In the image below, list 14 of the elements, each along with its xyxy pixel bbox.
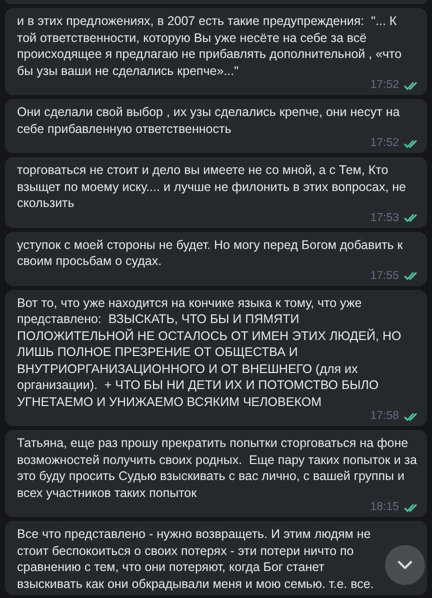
message-text: и в этих предложениях, в 2007 есть такие предупреждения: "... К той ответственности, которую Вы уже несёте на себе за всё происходящее я предлагаю не прибавлять дополнительной , «что бы узы ваши не сделались крепче»..." (17, 13, 403, 79)
message-text: Татьяна, еще раз прошу прекратить попытки сторговаться на фоне возможностей получить своих родных. Еще пару таких попыток и за это буду просить Судью взыскивать с вас лично, с вашей группы и всех участников таких попыток (17, 435, 418, 501)
message-time: 18:15 (370, 501, 399, 514)
message-text: Все что представлено - нужно возвращеть. И этим людям не стоит беспокоиться о своих потерях - эти потери ничто по сравнению с тем, что они потеряют, когда Бог станет взыскивать как они обкрадывали меня и мою семью. т.е. все. (17, 526, 375, 592)
message-time: 17:52 (370, 79, 399, 92)
message-time: 17:55 (370, 270, 399, 282)
message-text: уступок с моей стороны не будет. Но могу перед Богом добавить к своим просьбам о судах. (17, 236, 404, 270)
message-text: торговаться не стоит и дело вы имеете не со мной, а с Тем, Кто взыщет по моему иску.... и лучше не филонить в этих вопросах, не скользить (17, 162, 408, 212)
chevron-down-icon (397, 560, 413, 570)
message-time: 17:52 (370, 137, 399, 150)
message-time: 17:53 (370, 212, 399, 224)
message-text: Вот то, что уже находится на кончике языка к тому, что уже представлено: ВЗЫСКАТЬ, ЧТО БЫ И ПЯМЯТИ ПОЛОЖИТЕЛЬНОЙ НЕ ОСТАЛОСЬ ОТ ИМЕН ЭТИХ ЛЮДЕЙ, НО ЛИШЬ ПОЛНОЕ ПРЕЗРЕНИЕ ОТ ОБЩЕСТВА И ВНУТРИОРГАНИЗАЦИОННОГО И ОТ ВНЕШНЕГО (для их организации). + ЧТО БЫ НИ ДЕТИ ИХ И ПОТОМСТВО БЫЛО УГНЕТАЕМО И УНИЖАЕМО ВСЯКИМ ЧЕЛОВЕКОМ (17, 294, 402, 410)
message-time: 17:58 (370, 410, 399, 423)
message-text: Они сделали свой выбор , их узы сделались крепче, они несут на себе прибавленную ответственность (17, 104, 401, 137)
